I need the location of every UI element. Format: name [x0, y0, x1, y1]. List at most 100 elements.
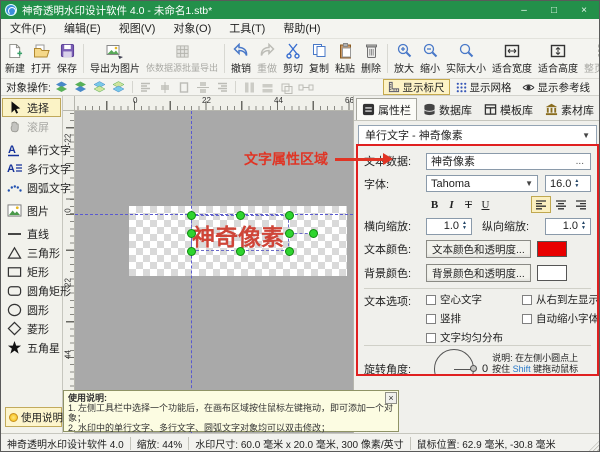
selection-handle-bottom-center[interactable]	[235, 246, 245, 256]
copy-button[interactable]: 复制	[306, 39, 332, 78]
zoom-out-button[interactable]: 缩小	[417, 39, 443, 78]
vscale-input[interactable]: 1.0 ▲ ▼	[545, 217, 591, 235]
rotation-dial[interactable]	[434, 349, 477, 374]
menu-object[interactable]: 对象(O)	[164, 19, 220, 39]
actual-size-button[interactable]: 实际大小	[443, 39, 489, 78]
fit-width-icon	[504, 42, 520, 59]
spinner-icon[interactable]: ▲ ▼	[581, 221, 586, 231]
align-right-button[interactable]	[571, 196, 591, 213]
diamond-icon	[6, 321, 23, 337]
text-color-button[interactable]: 文本颜色和透明度...	[426, 240, 531, 258]
menu-edit[interactable]: 编辑(E)	[55, 19, 110, 39]
toolbar-separator	[131, 81, 133, 93]
toolbar-separator	[234, 81, 236, 93]
cut-button[interactable]: 剪切	[280, 39, 306, 78]
tool-star[interactable]: 五角星	[2, 338, 61, 357]
underline-button[interactable]: U	[477, 197, 494, 213]
font-select[interactable]: Tahoma ▼	[426, 175, 538, 192]
tool-rectangle[interactable]: 矩形	[2, 262, 61, 281]
align-left-button[interactable]	[531, 196, 551, 213]
bg-color-button[interactable]: 背景颜色和透明度...	[426, 264, 531, 282]
help-button[interactable]: 使用说明	[5, 407, 63, 427]
font-size-input[interactable]: 16.0 ▲ ▼	[545, 175, 591, 192]
bold-button[interactable]: B	[426, 197, 443, 213]
tab-database[interactable]: 数据库	[417, 98, 478, 120]
tool-single-line-text[interactable]: A 单行文字	[2, 140, 71, 159]
checkbox-icon[interactable]	[426, 332, 436, 343]
italic-button[interactable]: I	[443, 197, 460, 213]
fit-height-button[interactable]: 适合高度	[535, 39, 581, 78]
properties-icon	[362, 103, 375, 116]
text-data-input[interactable]: 神奇像素 ...	[426, 152, 591, 170]
tab-materials[interactable]: 素材库	[539, 98, 599, 120]
text-color-row: 文本颜色: 文本颜色和透明度...	[364, 237, 591, 261]
strikethrough-button[interactable]: T	[460, 197, 477, 213]
cut-scissors-icon	[286, 42, 300, 59]
checkbox-icon[interactable]	[522, 294, 532, 305]
minimize-button[interactable]: –	[509, 1, 539, 19]
rotation-handle[interactable]	[308, 228, 318, 238]
tool-diamond[interactable]: 菱形	[2, 319, 61, 338]
move-down-layer-icon[interactable]	[111, 80, 127, 94]
spinner-icon[interactable]: ▲ ▼	[574, 178, 579, 189]
tip-close-button[interactable]: ×	[385, 392, 397, 404]
hscale-input[interactable]: 1.0 ▲ ▼	[426, 217, 472, 235]
show-ruler-toggle[interactable]: 显示标尺	[382, 79, 450, 95]
selection-handle-middle-left[interactable]	[186, 228, 196, 238]
object-selector-dropdown[interactable]: 单行文字 - 神奇像素 ▼	[358, 125, 597, 145]
menu-help[interactable]: 帮助(H)	[274, 19, 329, 39]
menu-view[interactable]: 视图(V)	[110, 19, 165, 39]
option-even-distribute[interactable]: 文字均匀分布	[426, 330, 522, 345]
selection-handle-bottom-left[interactable]	[186, 246, 196, 256]
tool-line[interactable]: 直线	[2, 224, 61, 243]
show-grid-toggle[interactable]: 显示网格	[452, 79, 516, 95]
move-up-layer-icon[interactable]	[92, 80, 108, 94]
tool-select[interactable]: 选择	[2, 98, 61, 117]
menu-file[interactable]: 文件(F)	[1, 19, 55, 39]
tool-rounded-rectangle[interactable]: 圆角矩形	[2, 281, 71, 300]
redo-icon	[259, 42, 275, 59]
spinner-icon[interactable]: ▲ ▼	[462, 221, 467, 231]
tool-multi-line-text[interactable]: A 多行文字	[2, 159, 71, 178]
tool-circle[interactable]: 圆形	[2, 300, 61, 319]
selection-handle-middle-right[interactable]	[284, 228, 294, 238]
more-button[interactable]: ...	[576, 156, 586, 167]
bring-front-icon[interactable]	[54, 80, 70, 94]
new-button[interactable]: 新建	[2, 39, 28, 78]
tool-triangle[interactable]: 三角形	[2, 243, 61, 262]
zoom-in-button[interactable]: 放大	[391, 39, 417, 78]
selection-handle-top-left[interactable]	[186, 210, 196, 220]
selection-handle-top-center[interactable]	[235, 210, 245, 220]
align-center-v-disabled-icon	[195, 80, 211, 94]
option-hollow-text[interactable]: 空心文字	[426, 292, 522, 307]
undo-button[interactable]: 撤销	[228, 39, 254, 78]
rotation-dial-handle[interactable]	[470, 365, 477, 372]
circle-icon	[6, 302, 23, 318]
show-guides-toggle[interactable]: 显示参考线	[518, 79, 595, 95]
selection-handle-bottom-right[interactable]	[284, 246, 294, 256]
tab-properties[interactable]: 属性栏	[356, 98, 417, 120]
selection-handle-top-right[interactable]	[284, 210, 294, 220]
open-button[interactable]: 打开	[28, 39, 54, 78]
text-color-swatch	[536, 241, 567, 257]
option-right-to-left[interactable]: 从右到左显示	[522, 292, 597, 307]
checkbox-icon[interactable]	[522, 313, 532, 324]
export-image-button[interactable]: 导出为图片	[87, 39, 143, 78]
menu-tools[interactable]: 工具(T)	[220, 19, 274, 39]
resize-grip[interactable]	[587, 441, 599, 451]
option-vertical[interactable]: 竖排	[426, 311, 522, 326]
delete-button[interactable]: 删除	[358, 39, 384, 78]
maximize-button[interactable]: □	[539, 1, 569, 19]
align-center-button[interactable]	[551, 196, 571, 213]
tab-templates[interactable]: 模板库	[478, 98, 539, 120]
checkbox-icon[interactable]	[426, 313, 436, 324]
save-button[interactable]: 保存	[54, 39, 80, 78]
tool-image[interactable]: 图片	[2, 201, 61, 220]
close-button[interactable]: ×	[569, 1, 599, 19]
fit-width-button[interactable]: 适合宽度	[489, 39, 535, 78]
send-back-icon[interactable]	[73, 80, 89, 94]
checkbox-icon[interactable]	[426, 294, 436, 305]
paste-button[interactable]: 粘贴	[332, 39, 358, 78]
tool-arc-text[interactable]: 圆弧文字	[2, 178, 71, 197]
option-auto-shrink[interactable]: 自动缩小字体	[522, 311, 597, 326]
